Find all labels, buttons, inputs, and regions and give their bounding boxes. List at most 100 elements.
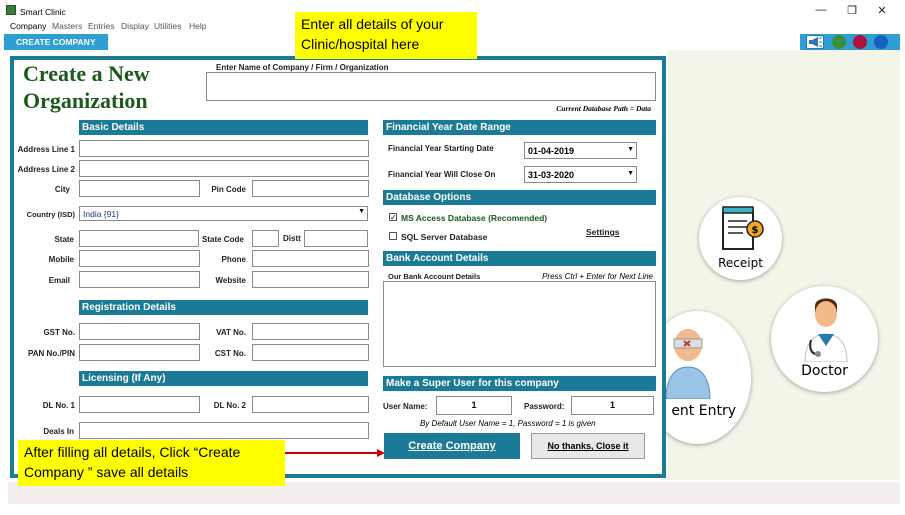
receipt-shortcut[interactable]: $ Receipt xyxy=(699,197,782,280)
mobile-label: Mobile xyxy=(48,255,74,264)
deals-in-input[interactable] xyxy=(79,422,369,439)
doctor-icon xyxy=(804,298,848,362)
dl1-input[interactable] xyxy=(79,396,200,413)
bottom-callout: After filling all details, Click “Create… xyxy=(18,440,285,486)
licensing-header: Licensing (If Any) xyxy=(79,371,368,386)
user-icon[interactable] xyxy=(874,35,888,49)
window-title: Smart Clinic xyxy=(20,7,66,17)
message-icon[interactable] xyxy=(832,35,846,49)
top-callout: Enter all details of your Clinic/hospita… xyxy=(295,12,477,59)
distt-input[interactable] xyxy=(304,230,368,247)
app-icon xyxy=(6,5,16,15)
menu-utilities[interactable]: Utilities xyxy=(154,21,181,31)
pan-label: PAN No./PIN xyxy=(28,349,75,358)
pin-code-input[interactable] xyxy=(252,180,369,197)
minimize-button[interactable]: — xyxy=(811,4,831,16)
password-label: Password: xyxy=(524,402,565,411)
cst-label: CST No. xyxy=(214,349,246,358)
receipt-label: Receipt xyxy=(718,256,763,270)
vat-input[interactable] xyxy=(252,323,369,340)
chevron-down-icon: ▼ xyxy=(358,208,365,215)
menu-help[interactable]: Help xyxy=(189,21,206,31)
vat-label: VAT No. xyxy=(216,328,246,337)
basic-details-header: Basic Details xyxy=(79,120,368,135)
deals-in-label: Deals In xyxy=(43,427,74,436)
dl2-label: DL No. 2 xyxy=(213,401,246,410)
chevron-down-icon: ▼ xyxy=(627,170,634,177)
alert-icon[interactable] xyxy=(853,35,867,49)
bank-account-header: Bank Account Details xyxy=(383,251,656,266)
state-code-label: State Code xyxy=(202,235,244,244)
address1-label: Address Line 1 xyxy=(17,145,75,154)
username-input[interactable]: 1 xyxy=(436,396,512,415)
phone-label: Phone xyxy=(221,255,246,264)
arrow-to-create-button xyxy=(285,449,385,457)
company-name-input[interactable] xyxy=(206,72,656,101)
page-title: Create a New Organization xyxy=(23,60,150,114)
dl1-label: DL No. 1 xyxy=(42,401,75,410)
db-path-text: Current Database Path = Data xyxy=(556,104,651,113)
fy-start-date[interactable]: 01-04-2019 ▼ xyxy=(524,142,637,159)
close-form-button[interactable]: No thanks, Close it xyxy=(531,433,645,459)
pin-code-label: Pin Code xyxy=(211,185,246,194)
distt-label: Distt xyxy=(283,234,301,243)
bank-account-textarea[interactable] xyxy=(383,281,656,367)
state-input[interactable] xyxy=(79,230,199,247)
username-label: User Name: xyxy=(383,402,428,411)
company-name-label: Enter Name of Company / Firm / Organizat… xyxy=(216,63,389,72)
menu-display[interactable]: Display xyxy=(121,21,149,31)
default-credentials-note: By Default User Name = 1, Password = 1 i… xyxy=(420,419,596,428)
page-title-line2: Organization xyxy=(23,88,148,113)
mobile-input[interactable] xyxy=(79,250,200,267)
website-label: Website xyxy=(215,276,246,285)
email-label: Email xyxy=(48,276,70,285)
bank-hint: Press Ctrl + Enter for Next Line xyxy=(542,272,653,281)
patient-icon xyxy=(666,329,711,399)
doctor-label: Doctor xyxy=(801,363,848,379)
sql-server-checkbox[interactable] xyxy=(389,232,397,240)
menu-entries[interactable]: Entries xyxy=(88,21,114,31)
registration-details-header: Registration Details xyxy=(79,300,368,315)
fy-end-label: Financial Year Will Close On xyxy=(388,170,496,179)
country-select-value: India {91} xyxy=(83,209,119,219)
state-code-input[interactable] xyxy=(252,230,279,247)
password-input[interactable]: 1 xyxy=(571,396,654,415)
city-label: City xyxy=(54,185,70,194)
maximize-button[interactable]: ❐ xyxy=(842,4,862,17)
fy-end-date[interactable]: 31-03-2020 ▼ xyxy=(524,166,637,183)
address2-input[interactable] xyxy=(79,160,369,177)
state-label: State xyxy=(54,235,74,244)
dl2-input[interactable] xyxy=(252,396,369,413)
phone-input[interactable] xyxy=(252,250,369,267)
close-window-button[interactable]: ✕ xyxy=(872,4,892,17)
fy-end-value: 31-03-2020 xyxy=(528,170,575,180)
country-label: Country (ISD) xyxy=(26,210,75,219)
super-user-header: Make a Super User for this company xyxy=(383,376,656,391)
ms-access-checkbox[interactable]: ✓ xyxy=(389,213,397,222)
svg-text:$: $ xyxy=(752,225,759,236)
chevron-down-icon: ▼ xyxy=(627,146,634,153)
financial-year-header: Financial Year Date Range xyxy=(383,120,656,135)
menu-company[interactable]: Company xyxy=(10,21,46,31)
doctor-shortcut[interactable]: Doctor xyxy=(771,286,878,392)
pan-input[interactable] xyxy=(79,344,200,361)
tab-create-company[interactable]: CREATE COMPANY xyxy=(4,34,108,50)
cst-input[interactable] xyxy=(252,344,369,361)
email-input[interactable] xyxy=(79,271,200,288)
country-select[interactable]: India {91} ▼ xyxy=(79,206,368,221)
sql-server-label[interactable]: SQL Server Database xyxy=(401,232,487,242)
create-company-button[interactable]: Create Company xyxy=(384,433,520,459)
megaphone-icon[interactable] xyxy=(806,35,824,49)
city-input[interactable] xyxy=(79,180,200,197)
fy-start-value: 01-04-2019 xyxy=(528,146,575,156)
receipt-icon: $ xyxy=(722,206,764,250)
gst-label: GST No. xyxy=(43,328,75,337)
address1-input[interactable] xyxy=(79,140,369,157)
address2-label: Address Line 2 xyxy=(17,165,75,174)
gst-input[interactable] xyxy=(79,323,200,340)
website-input[interactable] xyxy=(252,271,369,288)
settings-link[interactable]: Settings xyxy=(586,227,620,237)
page-title-line1: Create a New xyxy=(23,61,150,86)
ms-access-label[interactable]: MS Access Database (Recomended) xyxy=(401,213,547,223)
menu-masters[interactable]: Masters xyxy=(52,21,82,31)
